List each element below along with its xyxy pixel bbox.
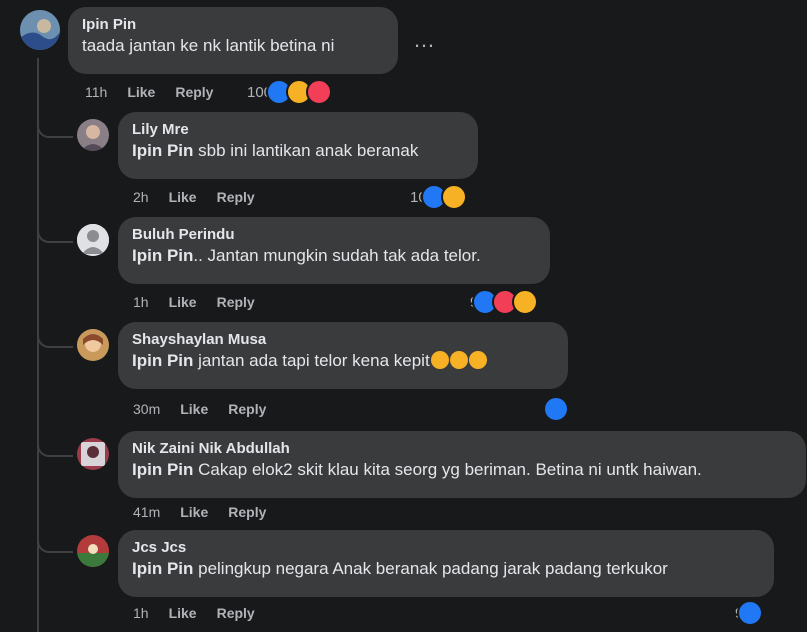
rofl-emoji-icon: [468, 351, 487, 369]
comment-author[interactable]: Jcs Jcs: [132, 538, 762, 558]
reply-branch: [37, 537, 73, 553]
rofl-emoji-icon: [430, 351, 449, 369]
comment-text: Ipin Pin.. Jantan mungkin sudah tak ada …: [132, 245, 538, 267]
reaction-summary[interactable]: 10: [410, 184, 467, 210]
mention-link[interactable]: Ipin Pin: [132, 460, 193, 479]
reply-button[interactable]: Reply: [217, 604, 255, 622]
comment-time[interactable]: 1h: [133, 293, 149, 311]
reply-button[interactable]: Reply: [228, 503, 266, 521]
comment-text: Ipin Pin sbb ini lantikan anak beranak: [132, 140, 466, 162]
comment-author[interactable]: Lily Mre: [132, 120, 466, 140]
comment-text: Ipin Pin Cakap elok2 skit klau kita seor…: [132, 459, 794, 481]
rofl-emoji-icon: [449, 351, 468, 369]
comment-time[interactable]: 2h: [133, 188, 149, 206]
comment-time[interactable]: 30m: [133, 400, 160, 418]
avatar-image: [77, 329, 109, 361]
comment-actions: 1h Like Reply: [133, 604, 275, 622]
comment-actions: 41m Like Reply: [133, 503, 286, 521]
avatar-image: [77, 438, 109, 470]
reaction-summary[interactable]: 100: [247, 79, 333, 105]
avatar-image: [77, 535, 109, 567]
comment-author[interactable]: Ipin Pin: [82, 15, 386, 35]
reaction-summary[interactable]: 9: [470, 289, 539, 315]
comment-bubble: Buluh Perindu Ipin Pin.. Jantan mungkin …: [118, 217, 550, 284]
default-avatar-icon: [77, 224, 109, 256]
avatar[interactable]: [77, 224, 109, 256]
comment-body: .. Jantan mungkin sudah tak ada telor.: [193, 246, 481, 265]
comment-bubble: Lily Mre Ipin Pin sbb ini lantikan anak …: [118, 112, 478, 179]
comment-body: Cakap elok2 skit klau kita seorg yg beri…: [193, 460, 702, 479]
comment-bubble: Jcs Jcs Ipin Pin pelingkup negara Anak b…: [118, 530, 774, 597]
comment-author[interactable]: Buluh Perindu: [132, 225, 538, 245]
like-button[interactable]: Like: [169, 188, 197, 206]
love-reaction-icon: [306, 79, 333, 105]
comment-text: Ipin Pin pelingkup negara Anak beranak p…: [132, 558, 762, 580]
comment-time[interactable]: 11h: [85, 83, 107, 101]
like-button[interactable]: Like: [169, 293, 197, 311]
comment-author[interactable]: Shayshaylan Musa: [132, 330, 556, 350]
comment-bubble: Nik Zaini Nik Abdullah Ipin Pin Cakap el…: [118, 431, 806, 498]
avatar-image: [77, 119, 109, 151]
comment-bubble: Shayshaylan Musa Ipin Pin jantan ada tap…: [118, 322, 568, 389]
comment-actions: 2h Like Reply: [133, 188, 275, 206]
reply-button[interactable]: Reply: [228, 400, 266, 418]
avatar-image: [20, 10, 60, 50]
mention-link[interactable]: Ipin Pin: [132, 559, 193, 578]
reply-button[interactable]: Reply: [217, 293, 255, 311]
comment-author[interactable]: Nik Zaini Nik Abdullah: [132, 439, 794, 459]
comment-actions: 11h Like Reply: [85, 83, 233, 101]
avatar[interactable]: [77, 438, 109, 470]
avatar[interactable]: [20, 10, 60, 50]
comment-body: jantan ada tapi telor kena kepit: [193, 351, 430, 370]
haha-reaction-icon: [440, 184, 467, 210]
more-options-icon[interactable]: …: [413, 27, 436, 53]
like-button[interactable]: Like: [169, 604, 197, 622]
avatar[interactable]: [77, 119, 109, 151]
like-button[interactable]: Like: [180, 400, 208, 418]
avatar[interactable]: [77, 535, 109, 567]
comment-text: Ipin Pin jantan ada tapi telor kena kepi…: [132, 350, 556, 372]
comment-text: taada jantan ke nk lantik betina ni: [82, 36, 335, 55]
haha-reaction-icon: [512, 289, 539, 315]
reply-branch: [37, 122, 73, 138]
reply-button[interactable]: Reply: [217, 188, 255, 206]
mention-link[interactable]: Ipin Pin: [132, 351, 193, 370]
reaction-summary[interactable]: 9: [735, 600, 764, 626]
comment-body: sbb ini lantikan anak beranak: [193, 141, 419, 160]
like-button[interactable]: Like: [180, 503, 208, 521]
comment-actions: 30m Like Reply: [133, 400, 286, 418]
reaction-summary[interactable]: [541, 396, 569, 422]
comment-bubble: Ipin Pin taada jantan ke nk lantik betin…: [68, 7, 398, 74]
reply-branch: [37, 441, 73, 457]
comment-body: pelingkup negara Anak beranak padang jar…: [193, 559, 668, 578]
mention-link[interactable]: Ipin Pin: [132, 246, 193, 265]
reply-button[interactable]: Reply: [175, 83, 213, 101]
reply-branch: [37, 227, 73, 243]
comment-time[interactable]: 1h: [133, 604, 149, 622]
comment-actions: 1h Like Reply: [133, 293, 275, 311]
avatar[interactable]: [77, 329, 109, 361]
like-button[interactable]: Like: [127, 83, 155, 101]
reply-branch: [37, 332, 73, 348]
like-reaction-icon: [543, 396, 569, 422]
like-reaction-icon: [737, 600, 764, 626]
comment-time[interactable]: 41m: [133, 503, 160, 521]
mention-link[interactable]: Ipin Pin: [132, 141, 193, 160]
